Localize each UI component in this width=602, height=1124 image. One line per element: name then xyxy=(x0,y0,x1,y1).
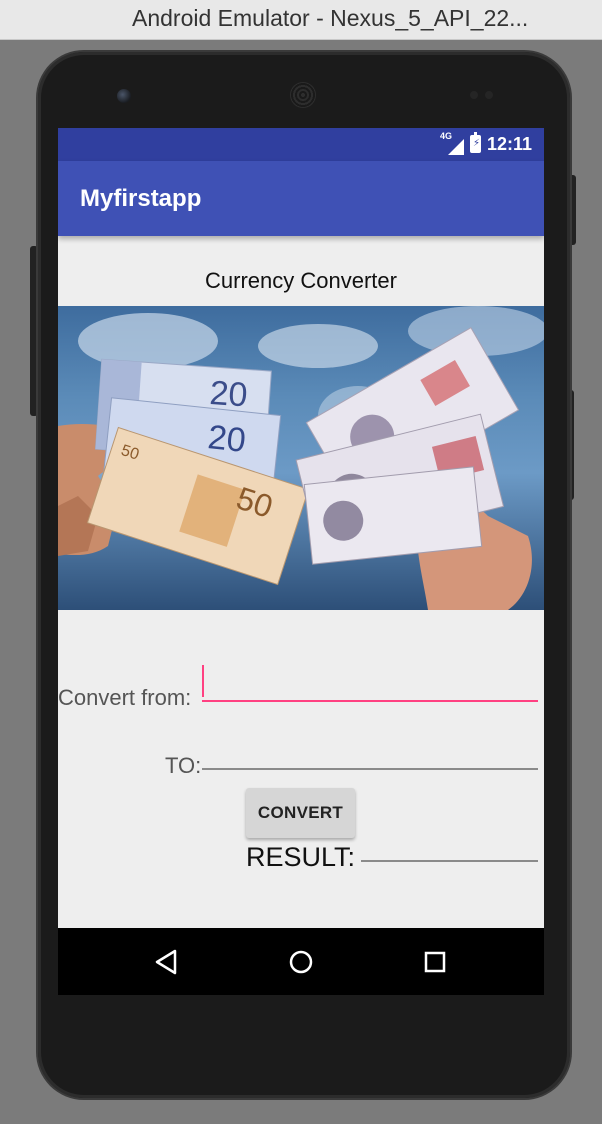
svg-text:20: 20 xyxy=(206,418,248,460)
convert-from-label: Convert from: xyxy=(58,685,192,710)
app-title: Myfirstapp xyxy=(80,185,202,212)
signal-icon: 4G xyxy=(440,131,464,155)
status-time: 12:11 xyxy=(486,133,532,154)
app-bar: Myfirstapp xyxy=(58,161,544,236)
result-field[interactable] xyxy=(361,830,538,862)
to-label: TO: xyxy=(165,753,202,778)
device-screen: 4G ⚡ 12:11 Myfirstapp Currency Converter xyxy=(58,128,544,995)
window-title: Android Emulator - Nexus_5_API_22... xyxy=(132,5,529,31)
to-input[interactable] xyxy=(202,738,538,770)
navigation-bar xyxy=(58,928,544,995)
banknotes-illustration: 20 20 50 50 xyxy=(58,306,544,610)
proximity-sensor xyxy=(470,91,478,99)
currency-banknotes-image: 20 20 50 50 xyxy=(58,306,544,610)
home-icon[interactable] xyxy=(285,946,317,978)
emulator-titlebar: Android Emulator - Nexus_5_API_22... xyxy=(0,0,602,40)
battery-icon: ⚡ xyxy=(469,132,481,153)
earpiece-speaker xyxy=(290,82,316,108)
result-label: RESULT: xyxy=(246,842,356,872)
convert-button[interactable]: CONVERT xyxy=(246,788,355,838)
status-bar: 4G ⚡ 12:11 xyxy=(58,128,544,161)
text-cursor xyxy=(202,665,204,697)
recents-icon[interactable] xyxy=(419,946,451,978)
phone-volume-rocker xyxy=(30,246,38,416)
light-sensor xyxy=(485,91,493,99)
back-icon[interactable] xyxy=(150,946,182,978)
front-camera xyxy=(117,89,131,103)
page-heading: Currency Converter xyxy=(205,268,397,293)
convert-from-input[interactable] xyxy=(202,670,538,702)
